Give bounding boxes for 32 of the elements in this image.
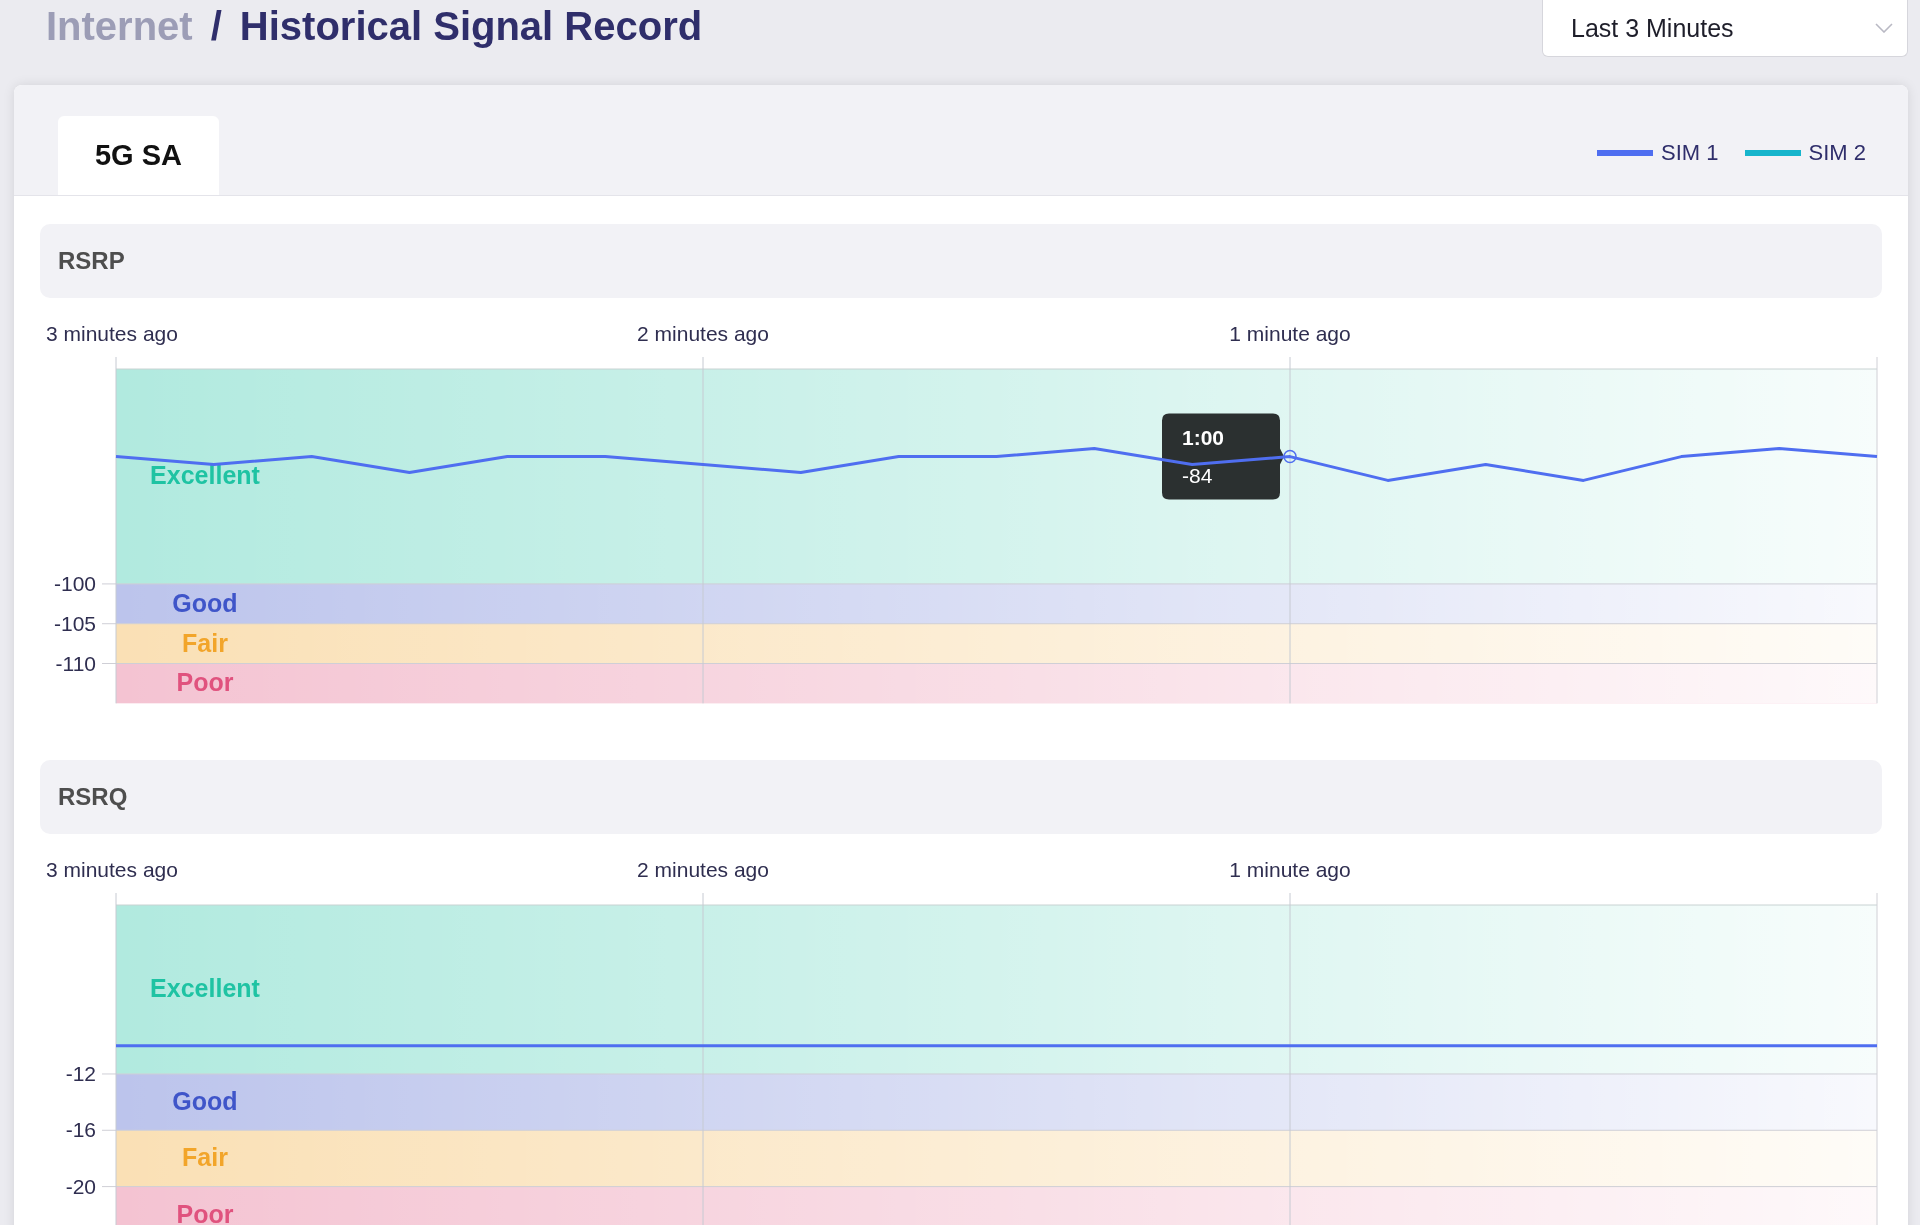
x-axis-label: 2 minutes ago: [637, 858, 769, 882]
band-label: Good: [172, 1087, 238, 1116]
y-axis-label: -20: [65, 1174, 96, 1198]
y-axis-label: -100: [53, 571, 96, 595]
band-label: Fair: [182, 628, 228, 657]
y-axis-label: -105: [53, 611, 96, 635]
chevron-down-icon: [1875, 23, 1893, 33]
tooltip-time: 1:00: [1182, 425, 1225, 449]
band-label: Good: [172, 588, 238, 617]
band-label: Excellent: [150, 974, 260, 1003]
band-label: Fair: [182, 1143, 228, 1172]
y-axis-label: -16: [65, 1118, 96, 1142]
x-axis-label: 3 minutes ago: [46, 322, 178, 345]
y-axis-label: -110: [55, 651, 96, 675]
section-title: RSRQ: [58, 783, 128, 812]
x-axis-label: 1 minute ago: [1229, 858, 1351, 882]
page-title: Historical Signal Record: [239, 4, 703, 49]
band-label: Poor: [176, 1200, 234, 1225]
legend-label: SIM 2: [1808, 140, 1866, 166]
x-axis-label: 1 minute ago: [1229, 322, 1351, 345]
section-title: RSRP: [58, 247, 125, 275]
data-point-marker: [1283, 449, 1297, 464]
breadcrumb-separator: /: [210, 4, 222, 49]
x-axis-label: 2 minutes ago: [637, 322, 769, 345]
band-label: Poor: [176, 668, 234, 697]
time-range-dropdown[interactable]: Last 3 Minutes: [1542, 0, 1908, 57]
legend-label: SIM 1: [1661, 140, 1719, 166]
tooltip-value: -84: [1182, 463, 1213, 487]
x-axis-label: 3 minutes ago: [46, 858, 178, 882]
tab[interactable]: 5G SA: [58, 116, 219, 195]
band-label: Excellent: [150, 461, 260, 490]
y-axis-label: -12: [65, 1062, 96, 1086]
